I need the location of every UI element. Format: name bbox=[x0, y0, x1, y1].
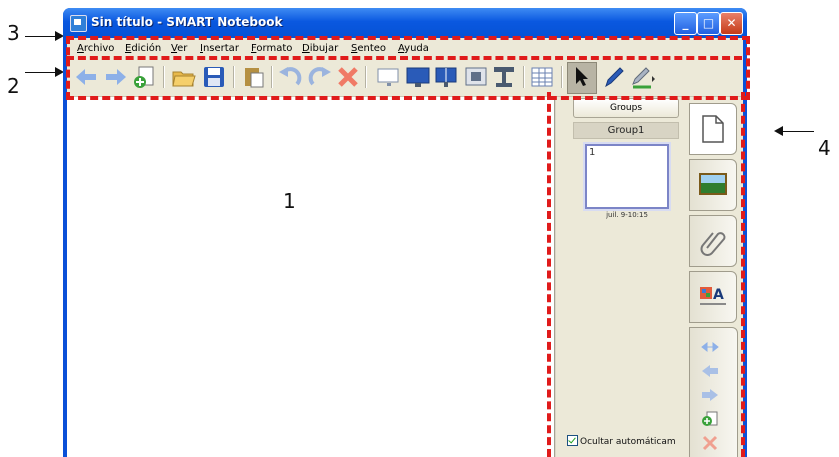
annotation-4-arrow bbox=[774, 126, 814, 136]
annotation-1: 1 bbox=[283, 189, 296, 213]
window-title: Sin título - SMART Notebook bbox=[91, 15, 283, 29]
minimize-button[interactable]: _ bbox=[674, 12, 697, 35]
highlight-region-menubar-toolbar bbox=[66, 36, 750, 100]
annotation-3: 3 bbox=[7, 21, 20, 45]
highlight-divider-menubar bbox=[66, 56, 742, 60]
annotation-4: 4 bbox=[818, 136, 831, 160]
highlight-region-sidebar bbox=[547, 92, 745, 457]
annotation-2-arrow bbox=[25, 67, 64, 77]
title-bar[interactable]: Sin título - SMART Notebook _ □ ✕ bbox=[63, 8, 747, 38]
annotation-2: 2 bbox=[7, 74, 20, 98]
maximize-button[interactable]: □ bbox=[697, 12, 720, 35]
close-button[interactable]: ✕ bbox=[720, 12, 743, 35]
app-icon[interactable] bbox=[70, 15, 87, 32]
annotation-3-arrow bbox=[25, 31, 64, 41]
whiteboard-canvas[interactable]: 1 bbox=[67, 97, 554, 457]
